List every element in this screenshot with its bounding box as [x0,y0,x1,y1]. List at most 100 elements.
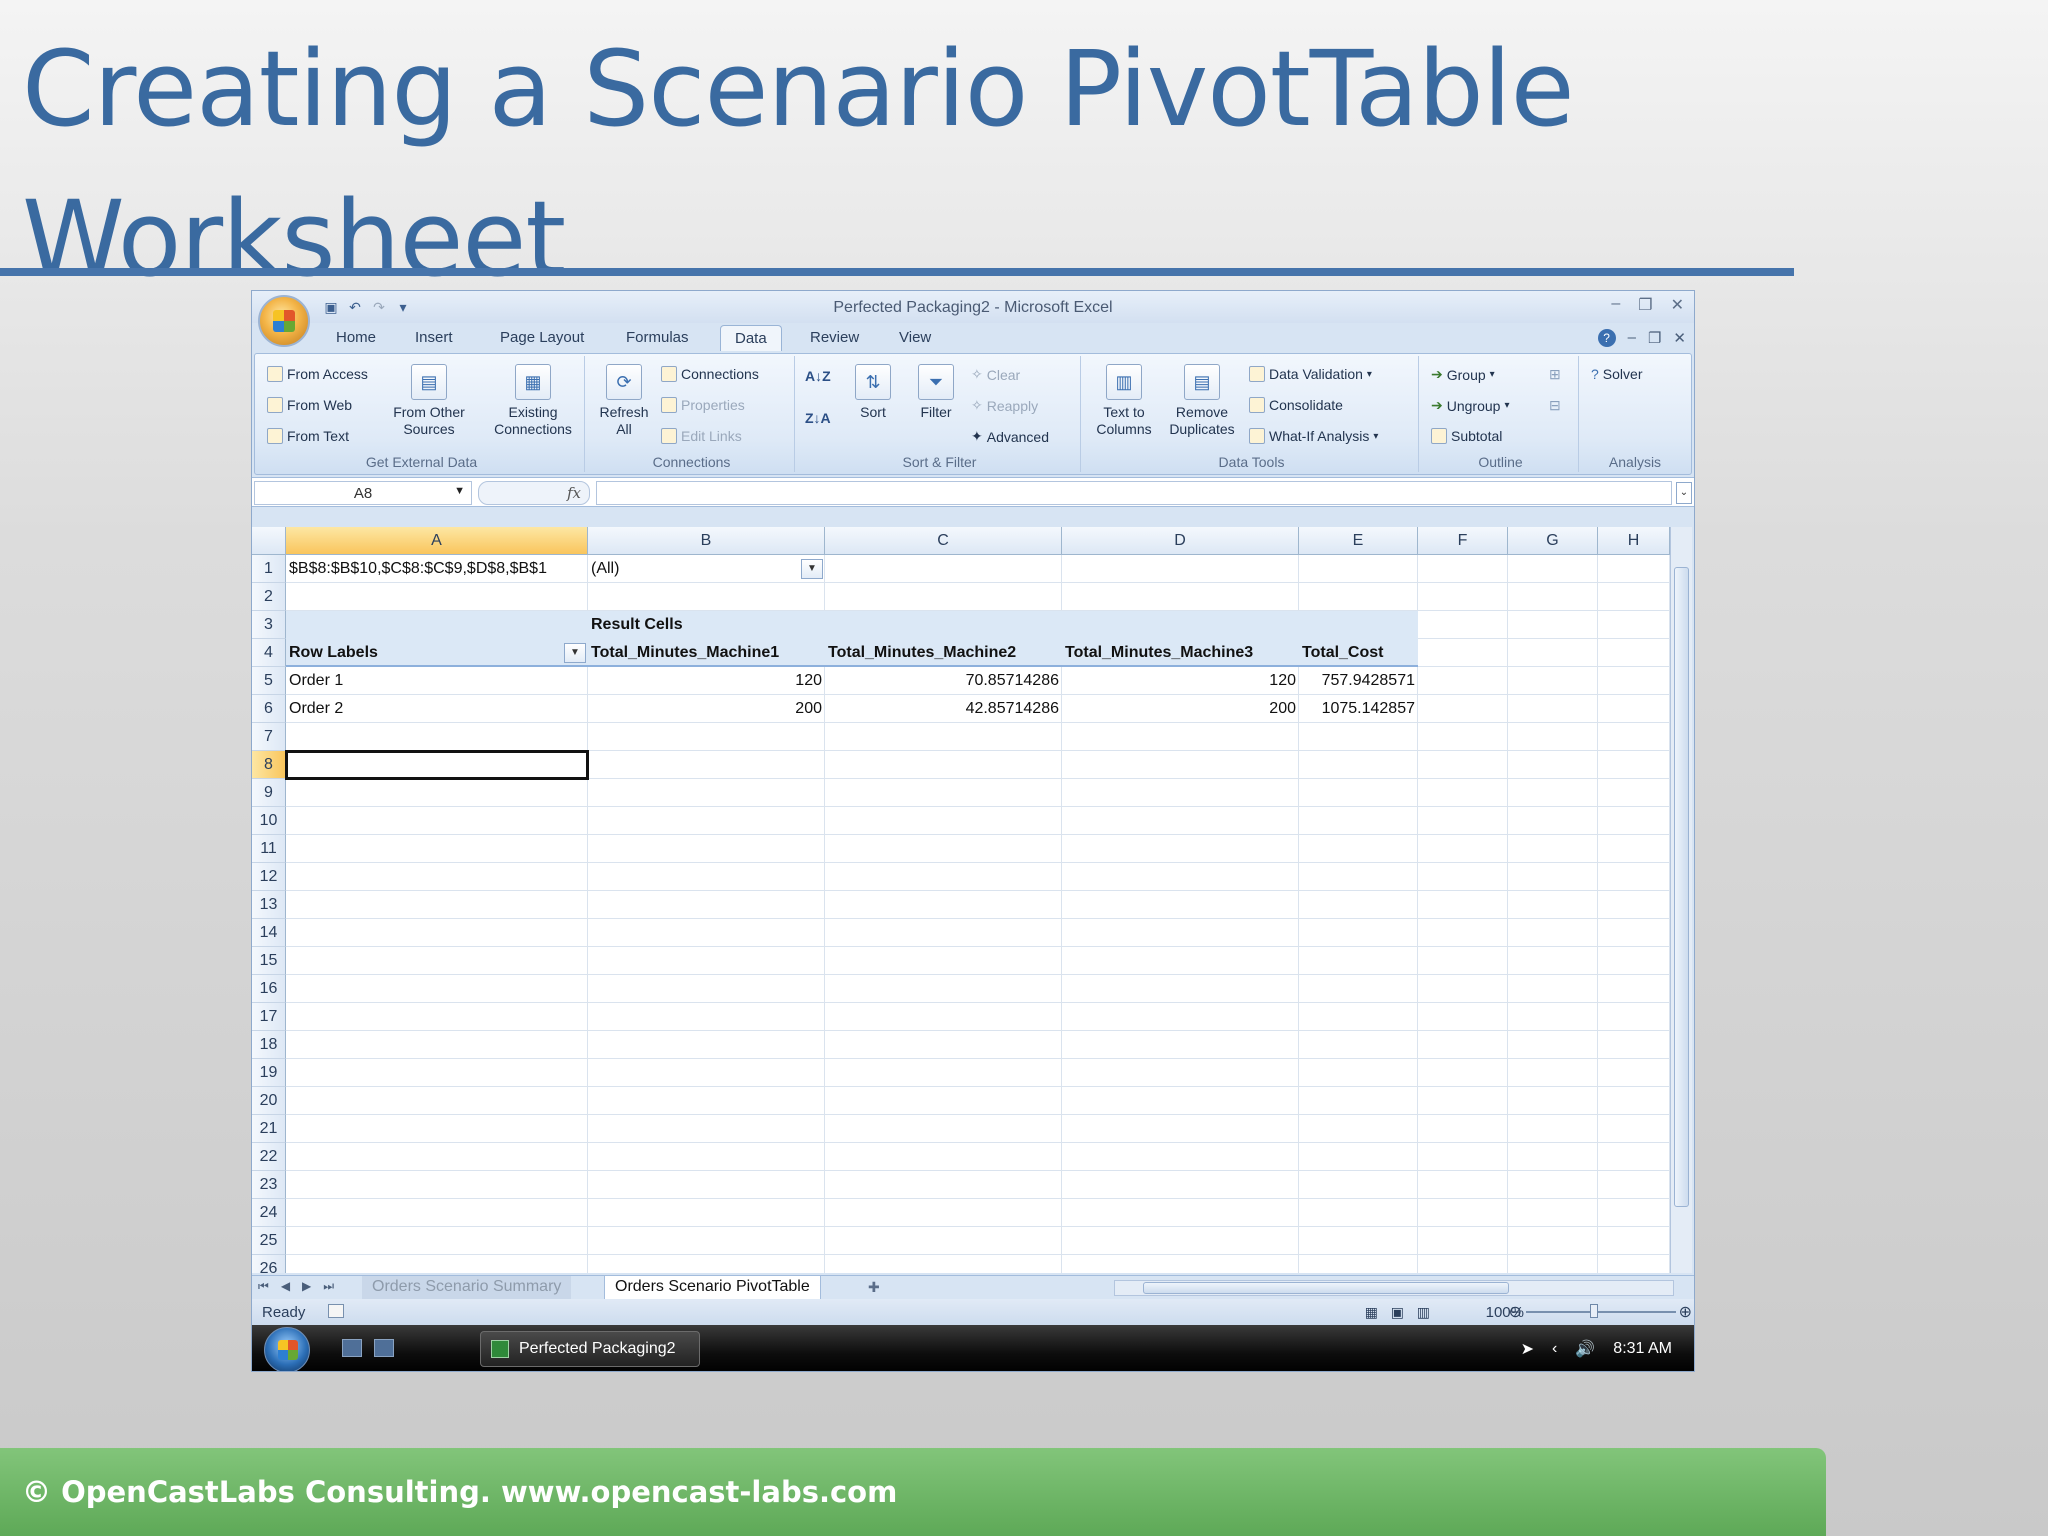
cell-b5[interactable]: 120 [588,667,825,695]
row-header-6[interactable]: 6 [252,695,286,723]
horizontal-scrollbar[interactable] [1114,1280,1674,1296]
filter-button[interactable]: ⏷ Filter [909,364,963,421]
vertical-scrollbar[interactable] [1670,527,1692,1273]
what-if-analysis-button[interactable]: What-If Analysis ▾ [1249,428,1378,444]
zoom-slider[interactable] [1526,1311,1676,1313]
hide-detail-icon[interactable]: ⊟ [1549,397,1561,414]
existing-connections-button[interactable]: ▦ Existing Connections [485,364,581,438]
data-validation-button[interactable]: Data Validation ▾ [1249,366,1372,382]
tab-page-layout[interactable]: Page Layout [500,329,584,346]
column-header-h[interactable]: H [1598,527,1670,555]
cell-a6[interactable]: Order 2 [286,695,588,723]
from-text-button[interactable]: From Text [267,428,349,444]
start-button[interactable] [264,1327,310,1371]
from-other-sources-button[interactable]: ▤ From Other Sources [383,364,475,438]
row-header-25[interactable]: 25 [252,1227,286,1255]
row-header-3[interactable]: 3 [252,611,286,639]
row-header-13[interactable]: 13 [252,891,286,919]
cell-b3[interactable]: Result Cells [588,611,825,639]
workbook-minimize-icon[interactable]: – [1628,329,1636,347]
cell-e5[interactable]: 757.9428571 [1299,667,1418,695]
sheet-tab-orders-scenario-summary[interactable]: Orders Scenario Summary [362,1276,572,1300]
row-header-12[interactable]: 12 [252,863,286,891]
prev-sheet-icon[interactable]: ◀ [281,1279,290,1294]
workbook-close-icon[interactable]: ✕ [1673,329,1686,347]
solver-button[interactable]: ? Solver [1591,366,1642,382]
row-header-17[interactable]: 17 [252,1003,286,1031]
first-sheet-icon[interactable]: ⏮ [258,1279,269,1294]
name-box-dropdown-icon[interactable]: ▼ [454,485,465,497]
normal-view-icon[interactable]: ▦ [1365,1304,1378,1321]
row-header-23[interactable]: 23 [252,1171,286,1199]
clear-filter-button[interactable]: ✧ Clear [971,366,1020,383]
row-header-11[interactable]: 11 [252,835,286,863]
insert-function-icon[interactable]: fx [567,484,581,502]
tab-insert[interactable]: Insert [415,329,453,346]
ungroup-button[interactable]: ➔ Ungroup ▾ [1431,397,1509,414]
tray-expand-icon[interactable]: ‹ [1552,1340,1557,1358]
last-sheet-icon[interactable]: ⏭ [323,1279,334,1294]
cell-c4[interactable]: Total_Minutes_Machine2 [825,639,1062,667]
cell-c5[interactable]: 70.85714286 [825,667,1062,695]
zoom-slider-knob[interactable] [1590,1304,1598,1318]
page-layout-view-icon[interactable]: ▣ [1391,1304,1404,1321]
macro-record-icon[interactable] [328,1304,344,1318]
row-header-24[interactable]: 24 [252,1199,286,1227]
row-header-9[interactable]: 9 [252,779,286,807]
sheet-tab-orders-scenario-pivottable[interactable]: Orders Scenario PivotTable [604,1276,821,1300]
row-header-10[interactable]: 10 [252,807,286,835]
tab-home[interactable]: Home [336,329,376,346]
column-header-g[interactable]: G [1508,527,1598,555]
minimize-icon[interactable]: – [1611,295,1620,315]
cell-b4[interactable]: Total_Minutes_Machine1 [588,639,825,667]
sort-z-a-icon[interactable]: Z↓A [805,410,831,426]
properties-button[interactable]: Properties [661,397,745,413]
column-header-a[interactable]: A [286,527,588,555]
cell-b1[interactable]: (All) [588,555,825,583]
row-header-1[interactable]: 1 [252,555,286,583]
connections-button[interactable]: Connections [661,366,759,382]
row-header-22[interactable]: 22 [252,1143,286,1171]
row-header-7[interactable]: 7 [252,723,286,751]
subtotal-button[interactable]: Subtotal [1431,428,1502,444]
tab-formulas[interactable]: Formulas [626,329,689,346]
restore-icon[interactable]: ❐ [1638,295,1652,315]
column-header-e[interactable]: E [1299,527,1418,555]
row-header-15[interactable]: 15 [252,947,286,975]
row-header-5[interactable]: 5 [252,667,286,695]
remove-duplicates-button[interactable]: ▤ Remove Duplicates [1161,364,1243,438]
horizontal-scroll-thumb[interactable] [1143,1282,1509,1294]
cell-e6[interactable]: 1075.142857 [1299,695,1418,723]
volume-icon[interactable]: 🔊 [1575,1339,1595,1359]
cell-a1[interactable]: $B$8:$B$10,$C$8:$C$9,$D$8,$B$1 [286,555,598,583]
cell-a5[interactable]: Order 1 [286,667,588,695]
cell-e4[interactable]: Total_Cost [1299,639,1418,667]
show-desktop-icon[interactable] [342,1339,362,1357]
row-header-20[interactable]: 20 [252,1087,286,1115]
taskbar-task-excel[interactable]: Perfected Packaging2 [480,1331,700,1367]
cell-c6[interactable]: 42.85714286 [825,695,1062,723]
group-button[interactable]: ➔ Group ▾ [1431,366,1495,383]
expand-formula-bar-icon[interactable]: ⌄ [1676,482,1692,504]
row-header-26[interactable]: 26 [252,1255,286,1273]
cell-d4[interactable]: Total_Minutes_Machine3 [1062,639,1299,667]
name-box[interactable]: A8 ▼ [254,481,472,505]
from-web-button[interactable]: From Web [267,397,352,413]
reapply-button[interactable]: ✧ Reapply [971,397,1038,414]
zoom-in-icon[interactable]: ⊕ [1679,1302,1692,1322]
active-cell-a8[interactable] [285,750,589,780]
insert-sheet-icon[interactable]: ✚ [868,1279,880,1296]
page-filter-dropdown-icon[interactable]: ▼ [801,559,823,579]
column-header-c[interactable]: C [825,527,1062,555]
row-header-21[interactable]: 21 [252,1115,286,1143]
row-header-8[interactable]: 8 [252,751,286,779]
help-icon[interactable]: ? [1597,329,1616,347]
show-detail-icon[interactable]: ⊞ [1549,366,1561,383]
row-header-16[interactable]: 16 [252,975,286,1003]
cell-d6[interactable]: 200 [1062,695,1299,723]
consolidate-button[interactable]: Consolidate [1249,397,1343,413]
page-break-view-icon[interactable]: ▥ [1417,1304,1430,1321]
office-button[interactable] [258,295,310,347]
select-all-corner[interactable] [252,527,286,555]
from-access-button[interactable]: From Access [267,366,368,382]
